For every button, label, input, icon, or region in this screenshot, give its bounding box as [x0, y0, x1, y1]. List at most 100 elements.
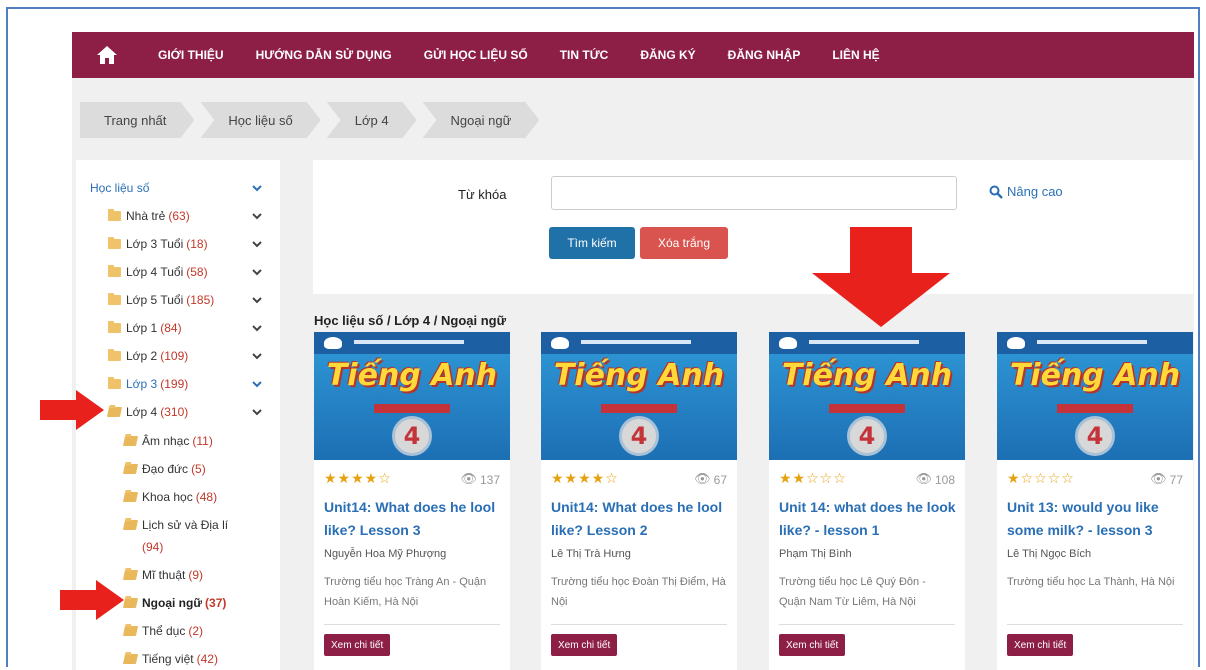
- nav-item-dang-ky[interactable]: ĐĂNG KÝ: [624, 48, 711, 62]
- publisher-logo: [779, 337, 797, 349]
- eye-icon: 👁: [915, 472, 932, 487]
- search-icon: [989, 185, 1003, 199]
- card-school: Trường tiểu học Tràng An - Quận Hoàn Kiế…: [324, 576, 487, 608]
- chevron-down-icon[interactable]: [250, 233, 264, 255]
- sidebar-item-lop-3[interactable]: Lớp 3 (199): [108, 373, 188, 395]
- sidebar-item-count: (185): [186, 293, 215, 307]
- nav-item-lien-he[interactable]: LIÊN HỆ: [816, 48, 895, 62]
- sidebar-root[interactable]: Học liệu số: [90, 177, 149, 199]
- card-title[interactable]: Unit14: What does he lool like? Lesson 3: [324, 496, 504, 542]
- card-title[interactable]: Unit 13: would you like some milk? - les…: [1007, 496, 1187, 542]
- publisher-logo: [551, 337, 569, 349]
- book-cover[interactable]: Tiếng Anh 4: [769, 332, 965, 460]
- sidebar-subitem-label: Ngoại ngữ: [142, 596, 203, 610]
- arrow-down-annotation-icon: [812, 227, 950, 327]
- sidebar-item-lop-5-tuoi[interactable]: Lớp 5 Tuổi (185): [108, 289, 214, 311]
- sidebar-subitem-ngoai-ngu[interactable]: Ngoại ngữ (37): [122, 592, 227, 614]
- sidebar-item-lop-4-tuoi[interactable]: Lớp 4 Tuổi (58): [108, 261, 208, 283]
- nav-item-huong-dan[interactable]: HƯỚNG DẪN SỬ DỤNG: [240, 48, 408, 62]
- chevron-down-icon[interactable]: [250, 401, 264, 423]
- sidebar-subitem-label: Tiếng việt: [142, 652, 194, 666]
- view-details-button[interactable]: Xem chi tiết: [324, 634, 391, 656]
- cover-subtitle-band: [601, 404, 677, 413]
- nav-item-gui-hoc-lieu[interactable]: GỬI HỌC LIỆU SỐ: [408, 48, 544, 62]
- view-count: 👁 77: [1150, 472, 1183, 487]
- chevron-down-icon[interactable]: [250, 177, 264, 199]
- nav-item-tin-tuc[interactable]: TIN TỨC: [544, 48, 625, 62]
- card-title[interactable]: Unit 14: what does he look like? - lesso…: [779, 496, 959, 542]
- view-details-button[interactable]: Xem chi tiết: [551, 634, 618, 656]
- section-title: Học liệu số / Lớp 4 / Ngoại ngữ: [314, 313, 507, 328]
- page: GIỚI THIỆU HƯỚNG DẪN SỬ DỤNG GỬI HỌC LIỆ…: [72, 32, 1194, 670]
- sidebar-item-lop-3-tuoi[interactable]: Lớp 3 Tuổi (18): [108, 233, 208, 255]
- chevron-down-icon[interactable]: [250, 289, 264, 311]
- sidebar-item-nha-tre[interactable]: Nhà trẻ (63): [108, 205, 190, 227]
- sidebar-subitem-lich-su[interactable]: Lịch sử và Địa lí: [122, 514, 228, 536]
- folder-icon: [108, 377, 121, 389]
- eye-icon: 👁: [1150, 472, 1167, 487]
- search-button[interactable]: Tìm kiếm: [549, 227, 635, 259]
- advanced-search-link[interactable]: Nâng cao: [989, 184, 1063, 199]
- resource-card: Tiếng Anh 4 ★★★★☆ 👁 137 Unit14: What does…: [314, 332, 510, 670]
- resource-card: Tiếng Anh 4 ★★★★☆ 👁 67 Unit14: What does …: [541, 332, 737, 670]
- home-icon[interactable]: [72, 45, 142, 65]
- sidebar-item-lop-1[interactable]: Lớp 1 (84): [108, 317, 182, 339]
- folder-open-icon: [122, 654, 139, 664]
- folder-open-icon: [122, 626, 139, 636]
- chevron-down-icon[interactable]: [250, 261, 264, 283]
- card-school: Trường tiểu học La Thành, Hà Nội: [1007, 576, 1175, 588]
- sidebar-subitem-count: (5): [191, 462, 206, 476]
- folder-open-icon: [122, 464, 139, 474]
- cover-title: Tiếng Anh: [1009, 358, 1181, 393]
- breadcrumb-item[interactable]: Ngoại ngữ: [423, 102, 540, 138]
- folder-icon: [108, 349, 121, 361]
- card-school: Trường tiểu học Đoàn Thị Điểm, Hà Nội: [551, 576, 726, 608]
- chevron-down-icon[interactable]: [250, 373, 264, 395]
- view-count: 👁 108: [915, 472, 955, 487]
- sidebar-subitem-count: (37): [205, 596, 227, 610]
- cover-grade: 4: [847, 416, 887, 456]
- breadcrumb-item[interactable]: Trang nhất: [80, 102, 194, 138]
- keyword-input[interactable]: [551, 176, 957, 210]
- nav-item-gioi-thieu[interactable]: GIỚI THIỆU: [142, 48, 240, 62]
- folder-open-icon: [122, 520, 139, 530]
- book-cover[interactable]: Tiếng Anh 4: [997, 332, 1193, 460]
- advanced-search-label: Nâng cao: [1007, 184, 1063, 199]
- keyword-label: Từ khóa: [458, 187, 507, 202]
- chevron-down-icon[interactable]: [250, 205, 264, 227]
- nav-item-dang-nhap[interactable]: ĐĂNG NHẬP: [712, 48, 817, 62]
- chevron-down-icon[interactable]: [250, 317, 264, 339]
- sidebar-item-label: Lớp 2: [126, 349, 158, 363]
- view-details-button[interactable]: Xem chi tiết: [779, 634, 846, 656]
- sidebar-subitem-khoa-hoc[interactable]: Khoa học (48): [122, 486, 217, 508]
- breadcrumb-item[interactable]: Lớp 4: [327, 102, 417, 138]
- sidebar-item-lop-2[interactable]: Lớp 2 (109): [108, 345, 188, 367]
- book-cover[interactable]: Tiếng Anh 4: [541, 332, 737, 460]
- sidebar-subitem-tieng-viet[interactable]: Tiếng việt (42): [122, 648, 218, 670]
- resource-card: Tiếng Anh 4 ★★☆☆☆ 👁 108 Unit 14: what doe…: [769, 332, 965, 670]
- sidebar-item-label: Lớp 3 Tuổi: [126, 237, 184, 251]
- card-author: Lê Thị Trà Hưng: [551, 548, 631, 560]
- breadcrumb-item[interactable]: Học liệu số: [200, 102, 320, 138]
- chevron-down-icon[interactable]: [250, 345, 264, 367]
- sidebar-subitem-dao-duc[interactable]: Đạo đức (5): [122, 458, 206, 480]
- sidebar-subitem-the-duc[interactable]: Thể dục (2): [122, 620, 204, 642]
- book-cover[interactable]: Tiếng Anh 4: [314, 332, 510, 460]
- sidebar-item-lop-4[interactable]: Lớp 4 (310): [106, 401, 188, 423]
- rating-stars: ★★☆☆☆: [779, 471, 847, 487]
- publisher-line: [354, 340, 464, 344]
- folder-open-icon: [122, 492, 139, 502]
- rating-stars: ★☆☆☆☆: [1007, 471, 1075, 487]
- sidebar-subitem-mi-thuat[interactable]: Mĩ thuật (9): [122, 564, 203, 586]
- sidebar-item-count: (58): [186, 265, 208, 279]
- clear-button[interactable]: Xóa trắng: [640, 227, 728, 259]
- sidebar-subitem-count: (94): [142, 540, 164, 554]
- sidebar-root-label: Học liệu số: [90, 181, 150, 195]
- sidebar-subitem-am-nhac[interactable]: Âm nhạc (11): [122, 430, 213, 452]
- folder-icon: [108, 237, 121, 249]
- sidebar-subitem-count: (2): [188, 624, 204, 638]
- card-title[interactable]: Unit14: What does he lool like? Lesson 2: [551, 496, 731, 542]
- rating-stars: ★★★★☆: [551, 471, 619, 487]
- view-details-button[interactable]: Xem chi tiết: [1007, 634, 1074, 656]
- folder-icon: [108, 321, 121, 333]
